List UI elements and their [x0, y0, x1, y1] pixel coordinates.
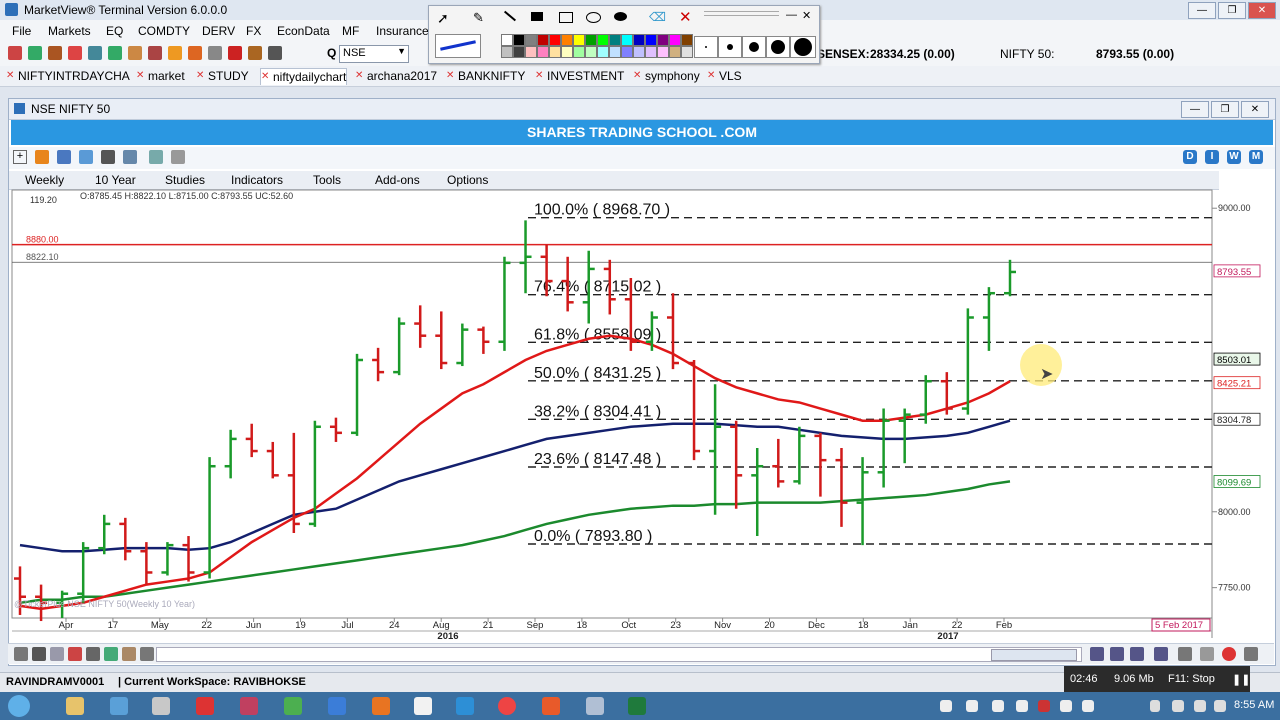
pdf-icon[interactable] [68, 647, 82, 661]
x-tick-label: Jul [341, 620, 353, 631]
horizontal-line-label: 8822.10 [26, 252, 59, 262]
app-icon-5[interactable] [240, 697, 258, 715]
mouse-cursor-icon: ➤ [1040, 366, 1054, 383]
x-tick-label: Apr [59, 620, 74, 631]
fib-level-label: 0.0% ( 7893.80 ) [534, 528, 652, 545]
fib-level-label: 76.4% ( 8715.02 ) [534, 279, 661, 296]
home-icon[interactable] [14, 647, 28, 661]
x-tick-label: Dec [808, 620, 825, 631]
performance-panel: 02:46 9.06 Mb F11: Stop ❚❚ [1064, 666, 1250, 692]
zoom-in-icon[interactable] [1090, 647, 1104, 661]
year-label: 2017 [937, 631, 958, 642]
perf-size: 9.06 Mb [1114, 673, 1154, 685]
app-icon-4[interactable] [196, 697, 214, 715]
horizontal-line-label: 8880.00 [26, 235, 59, 245]
corner-value: 119.20 [30, 195, 57, 205]
clock-icon[interactable] [32, 647, 46, 661]
y-tick-label: 9000.00 [1218, 203, 1251, 213]
tray-icon-1[interactable] [940, 700, 952, 712]
app-icon-7[interactable] [328, 697, 346, 715]
x-tick-label: 17 [108, 620, 119, 631]
app-icon-6[interactable] [284, 697, 302, 715]
perf-time: 02:46 [1070, 673, 1098, 685]
tray-icon-3[interactable] [992, 700, 1004, 712]
scissors-icon[interactable] [1178, 647, 1192, 661]
price-chart[interactable]: 9000.00 8000.00 7750.00 8880.00 8822.10 100.0… [0, 0, 1280, 672]
zoom-out-icon[interactable] [1110, 647, 1124, 661]
price-tag-label: 8304.78 [1217, 415, 1251, 426]
start-button-icon[interactable] [8, 695, 30, 717]
marketview-icon[interactable] [586, 697, 604, 715]
x-tick-label: 22 [952, 620, 963, 631]
tray-icon-2[interactable] [966, 700, 978, 712]
y-tick-label: 8000.00 [1218, 507, 1251, 517]
taskbar-clock: 8:55 AM [1234, 699, 1275, 711]
app-icon-12[interactable] [542, 697, 560, 715]
chart-watermark: @TickerPlus NSE NIFTY 50(Weekly 10 Year) [14, 599, 196, 609]
tray-icon-6[interactable] [1060, 700, 1072, 712]
x-tick-label: Jan [903, 620, 918, 631]
battery-icon[interactable] [1150, 700, 1160, 712]
price-tag-label: 8503.01 [1217, 355, 1251, 366]
fib-level-label: 23.6% ( 8147.48 ) [534, 451, 661, 468]
tray-icon-7[interactable] [1082, 700, 1094, 712]
powerpoint-icon[interactable] [372, 697, 390, 715]
perf-hint: F11: Stop [1168, 673, 1215, 685]
tray-record-icon[interactable] [1038, 700, 1050, 712]
pause-icon[interactable]: ❚❚ [1232, 673, 1250, 686]
fib-level-label: 50.0% ( 8431.25 ) [534, 365, 661, 382]
excel-taskbar-icon[interactable] [628, 697, 646, 715]
explorer-icon[interactable] [66, 697, 84, 715]
grid-toggle-icon[interactable] [1244, 647, 1258, 661]
price-tag-label: 8793.55 [1217, 267, 1251, 278]
expand-bars-icon[interactable] [140, 647, 154, 661]
x-tick-label: 24 [389, 620, 400, 631]
user-id: RAVINDRAMV0001 [6, 676, 105, 688]
zoom-fit-icon[interactable] [1130, 647, 1144, 661]
copy-icon[interactable] [1200, 647, 1214, 661]
x-tick-label: 20 [764, 620, 775, 631]
app-icon-10[interactable] [456, 697, 474, 715]
scroll-mode-icon[interactable] [122, 647, 136, 661]
year-label: 2016 [437, 631, 458, 642]
x-tick-label: 18 [858, 620, 869, 631]
y-tick-label: 7750.00 [1218, 583, 1251, 593]
x-tick-label: Jun [246, 620, 261, 631]
fib-level-label: 100.0% ( 8968.70 ) [534, 202, 670, 219]
x-tick-label: Aug [433, 620, 450, 631]
zoom-reset-icon[interactable] [1154, 647, 1168, 661]
excel-icon[interactable] [104, 647, 118, 661]
x-tick-label: 18 [577, 620, 588, 631]
undo-icon[interactable] [1222, 647, 1236, 661]
horizontal-scrollbar[interactable] [156, 647, 1082, 662]
network-icon[interactable] [1172, 700, 1184, 712]
chart-bottom-toolbar [8, 643, 1274, 664]
windows-taskbar [0, 692, 1280, 720]
x-tick-label: Nov [714, 620, 731, 631]
x-tick-label: Sep [527, 620, 544, 631]
chrome-icon[interactable] [498, 697, 516, 715]
ohlc-readout: O:8785.45 H:8822.10 L:8715.00 C:8793.55 … [80, 191, 294, 201]
app-icon-9[interactable] [414, 697, 432, 715]
volume-icon[interactable] [1194, 700, 1206, 712]
date-box-label: 5 Feb 2017 [1155, 620, 1203, 631]
price-tag-label: 8425.21 [1217, 379, 1251, 390]
tray-icon-4[interactable] [1016, 700, 1028, 712]
page-icon[interactable] [50, 647, 64, 661]
x-tick-label: May [151, 620, 169, 631]
scrollbar-thumb[interactable] [991, 649, 1077, 661]
app-icon-3[interactable] [152, 697, 170, 715]
workspace-label: | Current WorkSpace: RAVIBHOKSE [118, 676, 306, 688]
flag-icon[interactable] [1214, 700, 1226, 712]
x-tick-label: Feb [996, 620, 1012, 631]
fib-level-label: 38.2% ( 8304.41 ) [534, 403, 661, 420]
x-tick-label: 21 [483, 620, 494, 631]
app-icon-2[interactable] [110, 697, 128, 715]
x-tick-label: 19 [295, 620, 306, 631]
x-tick-label: 22 [201, 620, 212, 631]
price-tag-label: 8099.69 [1217, 477, 1251, 488]
x-tick-label: Oct [621, 620, 636, 631]
cut-icon[interactable] [86, 647, 100, 661]
x-tick-label: 23 [670, 620, 681, 631]
